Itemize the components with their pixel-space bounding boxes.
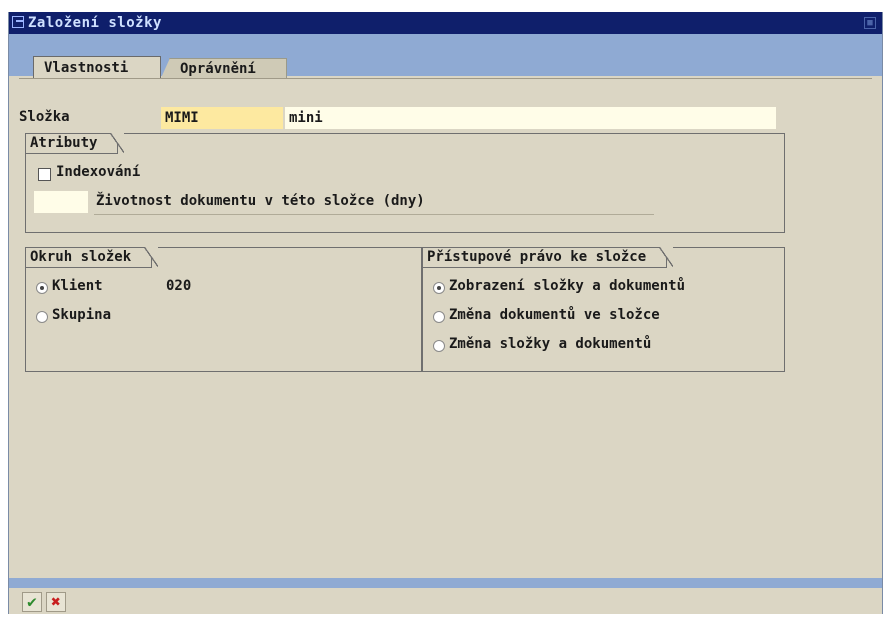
zmena-slozky-label: Změna složky a dokumentů — [449, 336, 652, 352]
tab-panel-border — [19, 78, 872, 79]
attributes-title: Atributy — [26, 133, 125, 154]
skupina-label: Skupina — [52, 307, 112, 323]
window-title: Založení složky — [28, 15, 162, 31]
footer-band — [9, 578, 882, 588]
folder-code-input[interactable]: MIMI — [161, 107, 283, 129]
title-bar: Založení složky ■ — [9, 12, 882, 34]
access-rights-title: Přístupové právo ke složce — [423, 247, 674, 268]
folder-scope-group: Okruh složek Klient 020 Skupina — [25, 247, 422, 372]
radio-zobrazeni[interactable] — [433, 282, 445, 294]
radio-zmena-dokumentu[interactable] — [433, 311, 445, 323]
klient-label: Klient — [52, 278, 103, 294]
tab-vlastnosti[interactable]: Vlastnosti — [33, 56, 161, 78]
indexing-checkbox[interactable] — [38, 168, 51, 181]
radio-skupina[interactable] — [36, 311, 48, 323]
lifetime-input[interactable] — [34, 191, 88, 213]
attributes-group: Atributy Indexování Životnost dokumentu … — [25, 133, 785, 233]
folder-label: Složka — [19, 109, 70, 125]
radio-zmena-slozky[interactable] — [433, 340, 445, 352]
lifetime-underline — [94, 214, 654, 215]
dialog-icon — [12, 16, 24, 28]
klient-value: 020 — [166, 278, 192, 294]
access-rights-group: Přístupové právo ke složce Zobrazení slo… — [422, 247, 785, 372]
checkmark-icon[interactable]: ✔ — [22, 592, 42, 612]
zmena-dokumentu-label: Změna dokumentů ve složce — [449, 307, 660, 323]
folder-scope-title: Okruh složek — [26, 247, 159, 268]
lifetime-label: Životnost dokumentu v této složce (dny) — [96, 193, 425, 209]
tab-opravneni[interactable]: Oprávnění — [161, 58, 287, 78]
folder-name-input[interactable]: mini — [285, 107, 776, 129]
close-icon[interactable]: ■ — [864, 17, 876, 29]
radio-klient[interactable] — [36, 282, 48, 294]
indexing-label: Indexování — [56, 164, 141, 180]
bottom-toolbar — [9, 588, 882, 614]
dialog-window: Založení složky ■ Vlastnosti Oprávnění S… — [8, 12, 883, 614]
zobrazeni-label: Zobrazení složky a dokumentů — [449, 278, 686, 294]
cancel-x-icon[interactable]: ✖ — [46, 592, 66, 612]
